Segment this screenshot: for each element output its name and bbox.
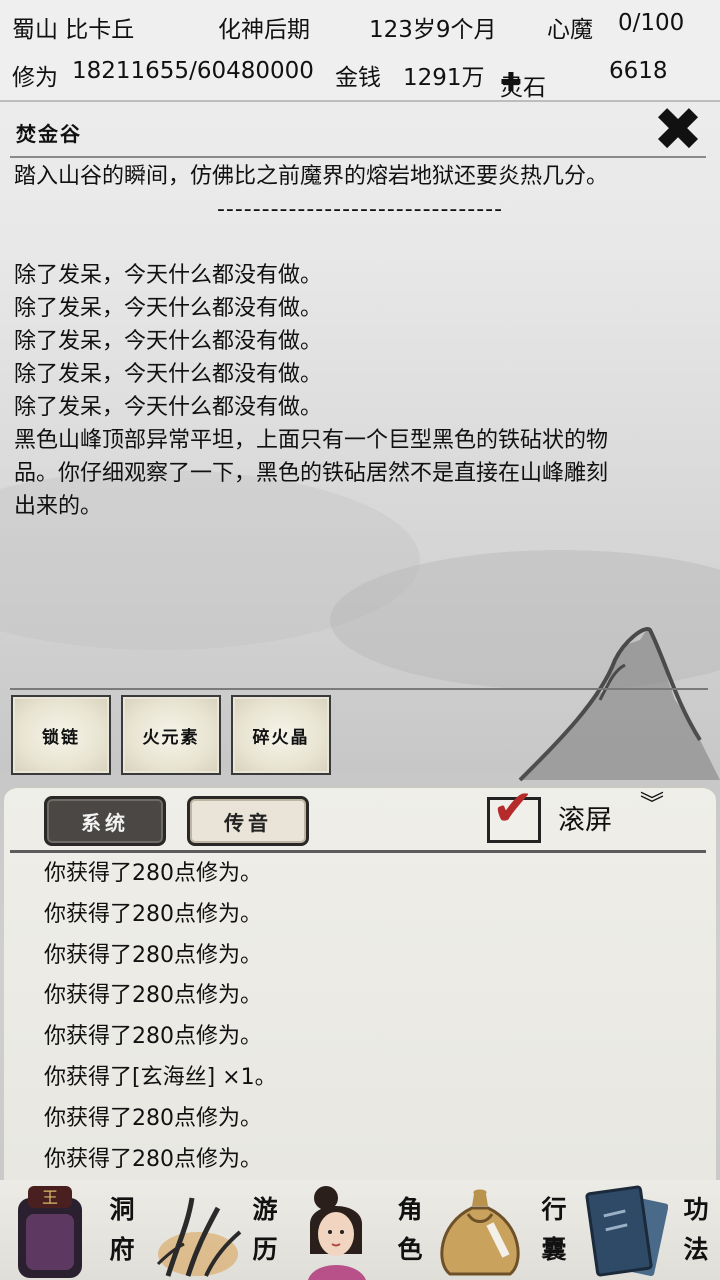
story-dash-divider: -------------------------------- [216, 197, 504, 222]
story-line: 除了发呆，今天什么都没有做。 [14, 329, 323, 354]
book-icon[interactable] [584, 1184, 668, 1280]
message-list[interactable]: 你获得了280点修为。 你获得了280点修为。 你获得了280点修为。 你获得了… [44, 854, 684, 1180]
story-line: 除了发呆，今天什么都没有做。 [14, 362, 323, 387]
svg-text:王: 王 [42, 1188, 58, 1207]
nav-skills[interactable]: 功 法 [678, 1190, 714, 1270]
story-line: 除了发呆，今天什么都没有做。 [14, 395, 323, 420]
nav-travel[interactable]: 游 历 [247, 1190, 283, 1270]
message-line: 你获得了280点修为。 [44, 942, 262, 968]
story-paragraph-line: 品。你仔细观察了一下，黑色的铁砧居然不是直接在山峰雕刻 [14, 461, 609, 486]
scroll-label: 滚屏 [558, 805, 612, 836]
message-line: 你获得了280点修为。 [44, 861, 262, 886]
character-portrait-icon[interactable] [296, 1184, 386, 1280]
house-icon[interactable]: 王 [4, 1184, 96, 1280]
story-divider-line [10, 156, 706, 158]
item-slot[interactable]: 锁链 [11, 695, 111, 775]
bag-icon[interactable] [430, 1184, 530, 1280]
nav-character[interactable]: 角 色 [392, 1190, 428, 1270]
close-icon: ✖ [652, 95, 704, 165]
nav-inventory[interactable]: 行 囊 [536, 1190, 572, 1270]
item-slot[interactable]: 碎火晶 [231, 695, 331, 775]
story-line: 除了发呆，今天什么都没有做。 [14, 263, 323, 288]
message-line: 你获得了280点修为。 [44, 901, 262, 927]
story-intro: 踏入山谷的瞬间，仿佛比之前魔界的熔岩地狱还要炎热几分。 [14, 164, 609, 189]
tab-voice[interactable]: 传音 [187, 796, 309, 846]
close-button[interactable]: ✖ [650, 100, 706, 160]
location-title: 焚金谷 [16, 122, 82, 146]
message-line: 你获得了280点修为。 [44, 1024, 262, 1050]
message-line: 你获得了[玄海丝] ×1。 [44, 1064, 277, 1090]
tab-system[interactable]: 系统 [44, 796, 166, 846]
story-paragraph-line: 黑色山峰顶部异常平坦，上面只有一个巨型黑色的铁砧状的物 [14, 428, 609, 453]
item-divider-line [10, 688, 708, 690]
message-line: 你获得了280点修为。 [44, 1146, 262, 1172]
story-paragraph-line: 出来的。 [14, 494, 103, 519]
message-line: 你获得了280点修为。 [44, 983, 262, 1009]
double-chevron-down-icon[interactable]: ︾ [640, 792, 664, 816]
scroll-checkbox[interactable]: ✔ [487, 780, 541, 843]
checkmark-icon: ✔ [492, 779, 534, 837]
story-text: 踏入山谷的瞬间，仿佛比之前魔界的熔岩地狱还要炎热几分。 ------------… [14, 160, 706, 523]
grass-icon[interactable] [148, 1184, 248, 1280]
nav-cave[interactable]: 洞 府 [104, 1190, 140, 1270]
story-line: 除了发呆，今天什么都没有做。 [14, 296, 323, 321]
message-divider-line [10, 850, 706, 853]
item-slot[interactable]: 火元素 [121, 695, 221, 775]
message-line: 你获得了280点修为。 [44, 1105, 262, 1131]
